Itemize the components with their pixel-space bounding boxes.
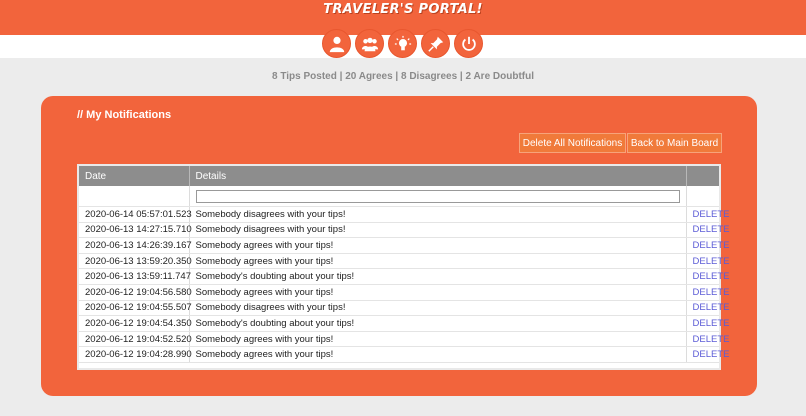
user-icon xyxy=(329,36,344,52)
lightbulb-icon xyxy=(394,35,411,50)
row-details: Somebody agrees with your tips! xyxy=(189,346,687,363)
filter-row xyxy=(79,186,719,207)
delete-link[interactable]: DELETE xyxy=(693,302,730,313)
table-row: 2020-06-13 14:27:15.710 Somebody disagree… xyxy=(79,222,729,239)
row-details: Somebody agrees with your tips! xyxy=(189,284,687,301)
row-details: Somebody's doubting about your tips! xyxy=(189,268,687,285)
table-row: 2020-06-12 19:04:54.350 Somebody's doubti… xyxy=(79,315,729,332)
row-date: 2020-06-14 05:57:01.523 xyxy=(79,206,192,223)
details-filter-input[interactable] xyxy=(195,189,680,203)
nav-icons xyxy=(322,29,483,59)
delete-link[interactable]: DELETE xyxy=(693,256,730,267)
delete-link[interactable]: DELETE xyxy=(693,271,730,282)
table-row: 2020-06-13 14:26:39.167 Somebody agrees w… xyxy=(79,237,729,254)
table-row: 2020-06-12 19:04:52.520 Somebody agrees w… xyxy=(79,331,729,348)
nav-logout-button[interactable] xyxy=(454,29,483,58)
row-date: 2020-06-12 19:04:54.350 xyxy=(79,315,192,332)
row-details: Somebody agrees with your tips! xyxy=(189,331,687,348)
nav-pinned-button[interactable] xyxy=(421,29,450,58)
nav-tips-button[interactable] xyxy=(388,29,417,58)
table-row: 2020-06-13 13:59:11.747 Somebody's doubti… xyxy=(79,268,729,285)
row-date: 2020-06-13 14:27:15.710 xyxy=(79,222,192,239)
delete-link[interactable]: DELETE xyxy=(693,209,730,220)
nav-profile-button[interactable] xyxy=(322,29,351,58)
delete-link[interactable]: DELETE xyxy=(693,334,730,345)
column-header-date: Date xyxy=(79,166,190,186)
table-row: 2020-06-12 19:04:56.580 Somebody agrees w… xyxy=(79,284,729,301)
power-icon xyxy=(461,36,476,51)
table-row: 2020-06-13 13:59:20.350 Somebody agrees w… xyxy=(79,253,729,270)
row-date: 2020-06-12 19:04:52.520 xyxy=(79,331,192,348)
delete-link[interactable]: DELETE xyxy=(693,240,730,251)
notifications-panel: // My Notifications Delete All Notificat… xyxy=(41,96,757,396)
delete-link[interactable]: DELETE xyxy=(693,224,730,235)
delete-link[interactable]: DELETE xyxy=(693,349,730,360)
row-details: Somebody disagrees with your tips! xyxy=(189,300,687,317)
delete-link[interactable]: DELETE xyxy=(693,287,730,298)
row-date: 2020-06-12 19:04:56.580 xyxy=(79,284,192,301)
column-header-actions xyxy=(686,166,719,186)
table-header-row: Date Details xyxy=(79,166,719,186)
group-icon xyxy=(361,37,378,51)
back-to-main-board-button[interactable]: Back to Main Board xyxy=(627,133,722,153)
delete-all-notifications-button[interactable]: Delete All Notifications xyxy=(519,133,626,153)
table-row: 2020-06-14 05:57:01.523 Somebody disagree… xyxy=(79,206,729,223)
row-details: Somebody's doubting about your tips! xyxy=(189,315,687,332)
row-details: Somebody disagrees with your tips! xyxy=(189,206,687,223)
row-date: 2020-06-12 19:04:55.507 xyxy=(79,300,192,317)
row-date: 2020-06-12 19:04:28.990 xyxy=(79,346,192,363)
panel-title: // My Notifications xyxy=(77,109,172,121)
notifications-table: Date Details 2020-06-14 05:57:01.523 Some… xyxy=(77,164,729,370)
table-row: 2020-06-12 19:04:55.507 Somebody disagree… xyxy=(79,300,729,317)
column-header-details: Details xyxy=(189,166,687,186)
delete-link[interactable]: DELETE xyxy=(693,318,730,329)
nav-community-button[interactable] xyxy=(355,29,384,58)
row-date: 2020-06-13 13:59:11.747 xyxy=(79,268,191,285)
table-row: 2020-06-12 19:04:28.990 Somebody agrees w… xyxy=(79,346,729,363)
stats-summary: 8 Tips Posted | 20 Agrees | 8 Disagrees … xyxy=(272,71,534,82)
site-title: TRAVELER'S PORTAL! xyxy=(323,2,483,17)
row-details: Somebody disagrees with your tips! xyxy=(189,222,687,239)
row-date: 2020-06-13 14:26:39.167 xyxy=(79,237,192,254)
row-details: Somebody agrees with your tips! xyxy=(189,253,687,270)
row-date: 2020-06-13 13:59:20.350 xyxy=(79,253,192,270)
row-details: Somebody agrees with your tips! xyxy=(189,237,687,254)
pin-icon xyxy=(427,36,443,52)
